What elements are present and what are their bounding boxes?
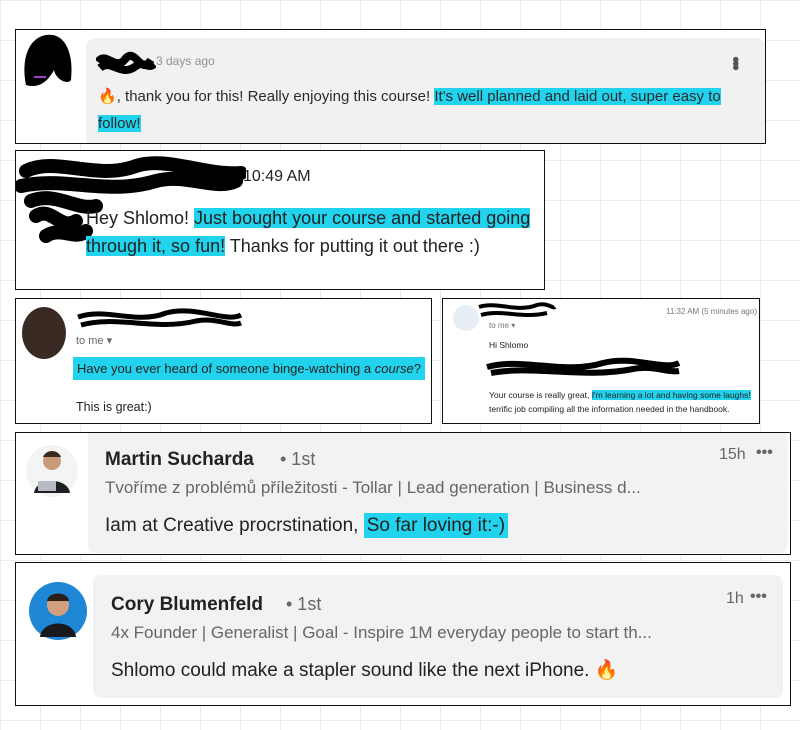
- redacted-name: [77, 308, 243, 328]
- linkedin-comment-1: Martin Sucharda • 1st 15h ••• Tvoříme z …: [15, 432, 791, 555]
- comment-text-highlight: So far loving it:-): [363, 513, 509, 538]
- linkedin-comment-2: Cory Blumenfeld • 1st 1h ••• 4x Founder …: [15, 562, 791, 706]
- comment-text: 🔥, thank you for this! Really enjoying t…: [98, 83, 738, 137]
- body-start: Your course is really great,: [489, 390, 592, 400]
- email-body: Your course is really great, I'm learnin…: [489, 388, 759, 416]
- email-body: This is great:): [76, 400, 152, 414]
- question-start: Have you ever heard of someone binge-wat…: [77, 361, 375, 376]
- email-highlight-text: Have you ever heard of someone binge-wat…: [73, 357, 426, 380]
- email-time: 11:32 AM (5 minutes ago): [665, 307, 757, 316]
- comment-time: 3 days ago: [156, 54, 215, 68]
- comment-text-plain: Iam at Creative procrstination,: [105, 515, 364, 536]
- avatar[interactable]: [28, 581, 88, 641]
- avatar: [24, 34, 72, 87]
- author-headline: 4x Founder | Generalist | Goal - Inspire…: [111, 623, 652, 642]
- question-emph: course: [374, 361, 414, 376]
- question-end: ?: [413, 361, 422, 376]
- comment-text: Iam at Creative procrstination, So far l…: [105, 513, 509, 538]
- email-greeting: Hi Shlomo: [489, 340, 529, 350]
- comment-text: Shlomo could make a stapler sound like t…: [111, 658, 618, 682]
- body-end: terrific job compiling all the informati…: [489, 404, 730, 414]
- connection-degree: • 1st: [280, 449, 316, 469]
- comment-text-plain: Shlomo could make a stapler sound like t…: [111, 660, 595, 681]
- avatar: [22, 307, 66, 359]
- to-me-label: to me: [489, 321, 510, 330]
- email-to-me[interactable]: to me ▾: [489, 321, 515, 330]
- message-card-2: 10:49 AM Hey Shlomo! Just bought your co…: [15, 150, 545, 290]
- comment-text-plain: , thank you for this! Really enjoying th…: [116, 88, 435, 105]
- fire-emoji: 🔥: [98, 88, 117, 105]
- connection-degree: • 1st: [286, 594, 322, 614]
- body-highlight: I'm learning a lot and having some laugh…: [591, 390, 751, 400]
- chevron-down-icon: ▾: [511, 321, 516, 330]
- redacted-line: [486, 357, 681, 376]
- message-text-start: Hey Shlomo!: [86, 208, 195, 228]
- message-text-end: Thanks for putting it out there :): [225, 236, 480, 256]
- comment-time: 15h: [719, 446, 746, 463]
- fire-emoji: 🔥: [594, 660, 619, 681]
- redacted-name: [96, 51, 156, 74]
- author-headline: Tvoříme z problémů příležitosti - Tollar…: [105, 478, 641, 497]
- author-name[interactable]: Martin Sucharda: [105, 449, 254, 471]
- more-vert-icon[interactable]: •••: [724, 56, 746, 68]
- comment-time: 1h: [726, 590, 744, 607]
- more-icon[interactable]: •••: [750, 588, 767, 606]
- message-time: 10:49 AM: [243, 168, 311, 185]
- avatar[interactable]: [24, 443, 80, 499]
- author-name[interactable]: Cory Blumenfeld: [111, 594, 263, 616]
- email-card-2: 11:32 AM (5 minutes ago) to me ▾ Hi Shlo…: [442, 298, 760, 424]
- email-card-1: to me ▾ Have you ever heard of someone b…: [15, 298, 432, 424]
- to-me-label: to me: [76, 335, 104, 347]
- email-to-me[interactable]: to me ▾: [76, 334, 112, 347]
- more-icon[interactable]: •••: [756, 444, 773, 462]
- chevron-down-icon: ▾: [106, 335, 113, 347]
- message-text: Hey Shlomo! Just bought your course and …: [86, 204, 541, 260]
- comment-card-1: 3 days ago ••• 🔥, thank you for this! Re…: [15, 29, 766, 144]
